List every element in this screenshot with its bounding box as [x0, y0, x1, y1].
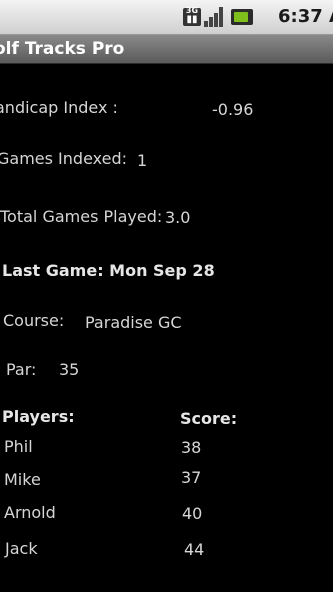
games-indexed-value: 1	[137, 151, 148, 170]
total-games-label: Total Games Played:	[0, 207, 163, 226]
app-title: olf Tracks Pro	[0, 39, 125, 59]
player-name: Phil	[4, 437, 33, 456]
status-bar: 3G▮▮ 6:37 A	[0, 0, 333, 35]
app-title-bar: olf Tracks Pro	[0, 35, 333, 64]
player-name: Jack	[5, 539, 38, 558]
player-score: 38	[181, 438, 202, 457]
status-clock: 6:37 A	[278, 6, 333, 27]
player-name: Arnold	[4, 503, 56, 522]
network-badge-text: 3G	[185, 6, 199, 15]
player-score: 37	[181, 468, 202, 487]
network-3g-icon: 3G ▮▮	[183, 6, 201, 26]
players-header: Players:	[2, 407, 75, 426]
last-game-heading: Last Game: Mon Sep 28	[2, 261, 215, 280]
games-indexed-label: Games Indexed:	[0, 149, 127, 168]
signal-strength-icon	[204, 7, 226, 27]
player-name: Mike	[4, 470, 41, 489]
par-label: Par:	[6, 360, 37, 379]
par-value: 35	[59, 360, 80, 379]
player-score: 40	[182, 504, 203, 523]
battery-icon	[231, 9, 253, 25]
player-score: 44	[184, 540, 205, 559]
handicap-index-label: andicap Index :	[0, 98, 118, 117]
course-label: Course:	[3, 311, 65, 330]
handicap-index-value: -0.96	[212, 100, 254, 119]
score-header: Score:	[180, 409, 238, 428]
total-games-value: 3.0	[165, 208, 191, 227]
course-value: Paradise GC	[85, 313, 182, 332]
